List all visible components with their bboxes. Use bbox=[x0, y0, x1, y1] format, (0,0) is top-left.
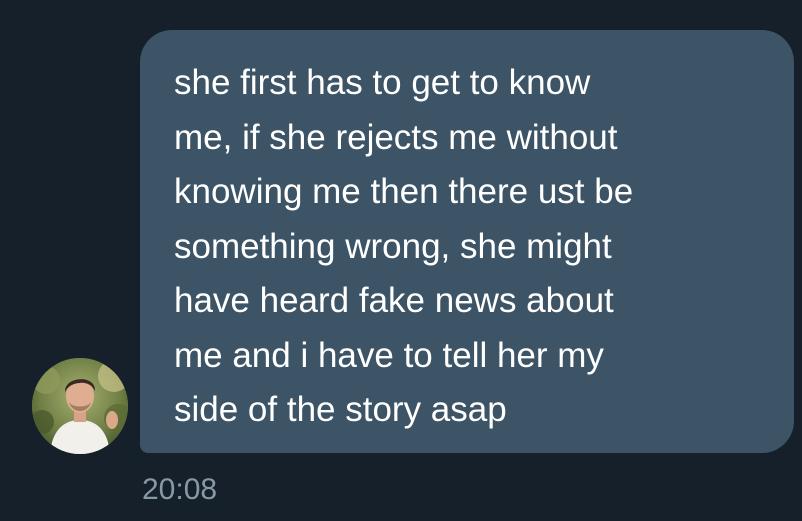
avatar-photo-icon bbox=[32, 358, 128, 454]
message-bubble[interactable]: she first has to get to know me, if she … bbox=[140, 30, 794, 453]
message-timestamp: 20:08 bbox=[142, 473, 218, 506]
avatar[interactable] bbox=[32, 358, 128, 454]
message-text: she first has to get to know me, if she … bbox=[174, 63, 634, 429]
message-row: she first has to get to know me, if she … bbox=[0, 0, 802, 521]
